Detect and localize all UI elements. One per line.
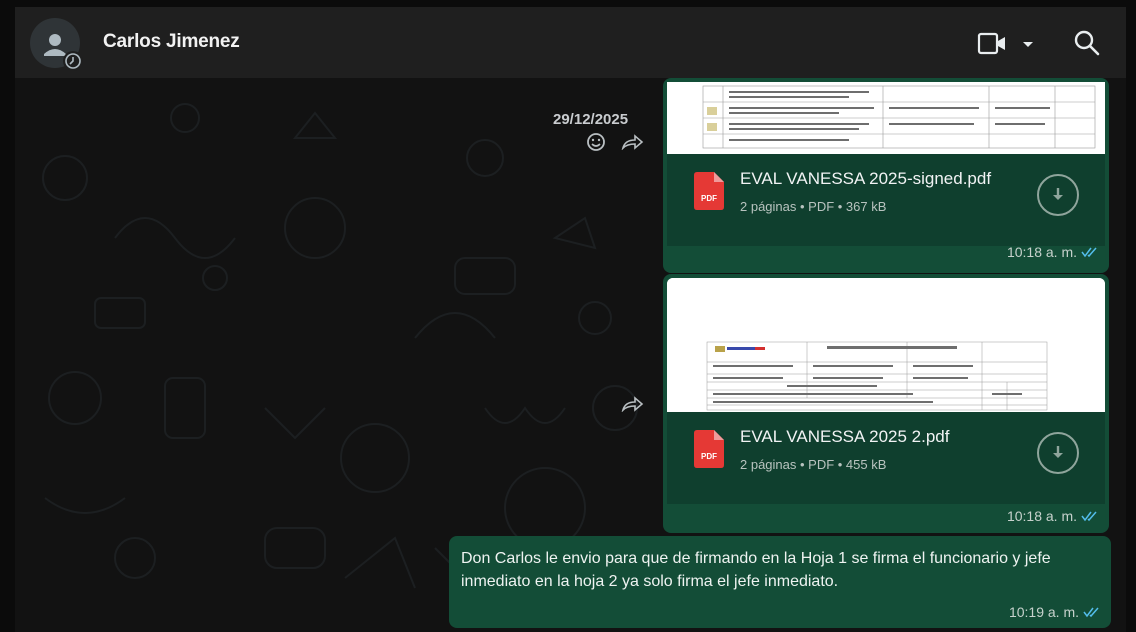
search-button[interactable]	[1073, 29, 1101, 57]
message-actions-1	[586, 132, 644, 152]
download-icon	[1053, 446, 1063, 458]
react-emoji-icon[interactable]	[586, 132, 606, 152]
pdf-file-icon: PDF	[694, 172, 724, 210]
pdf-file-icon: PDF	[694, 430, 724, 468]
download-icon	[1053, 188, 1063, 200]
document-meta: 2 páginas • PDF • 367 kB	[740, 199, 887, 214]
search-icon	[1074, 30, 1100, 56]
text-message[interactable]: Don Carlos le envio para que de firmando…	[449, 536, 1111, 628]
document-thumbnail	[667, 278, 1105, 412]
forward-icon[interactable]	[620, 396, 644, 412]
message-time: 10:18 a. m.	[1007, 244, 1099, 260]
message-list[interactable]: 29/12/2025 PDF EVAL VANESSA 2025-signed.…	[15, 78, 1126, 632]
document-info-bar: PDF EVAL VANESSA 2025-signed.pdf 2 págin…	[667, 154, 1105, 246]
forward-icon[interactable]	[620, 134, 644, 150]
read-receipt-icon	[1083, 607, 1099, 618]
document-preview[interactable]	[667, 278, 1105, 412]
document-meta: 2 páginas • PDF • 455 kB	[740, 457, 887, 472]
contact-avatar[interactable]	[30, 18, 83, 71]
svg-text:PDF: PDF	[701, 452, 717, 461]
message-time: 10:18 a. m.	[1007, 508, 1099, 524]
document-file-name: EVAL VANESSA 2025 2.pdf	[740, 427, 950, 446]
contact-name[interactable]: Carlos Jimenez	[103, 31, 240, 53]
message-text: Don Carlos le envio para que de firmando…	[461, 550, 1051, 590]
message-time: 10:19 a. m.	[1009, 604, 1101, 620]
chevron-down-icon	[1023, 42, 1033, 47]
document-preview[interactable]	[667, 82, 1105, 154]
read-receipt-icon	[1081, 247, 1097, 258]
document-message[interactable]: PDF EVAL VANESSA 2025 2.pdf 2 páginas • …	[663, 274, 1109, 533]
default-user-avatar-icon	[44, 34, 83, 71]
message-actions-2	[620, 396, 644, 412]
chat-window: Carlos Jimenez 29/12/2025 PDF EVAL VANES…	[15, 7, 1126, 632]
download-button[interactable]	[1037, 432, 1079, 474]
message-date: 29/12/2025	[553, 111, 629, 128]
svg-text:PDF: PDF	[701, 194, 717, 203]
video-call-button[interactable]	[977, 31, 1037, 57]
document-file-name: EVAL VANESSA 2025-signed.pdf	[740, 169, 992, 188]
read-receipt-icon	[1081, 511, 1097, 522]
document-message[interactable]: PDF EVAL VANESSA 2025-signed.pdf 2 págin…	[663, 78, 1109, 273]
document-info-bar: PDF EVAL VANESSA 2025 2.pdf 2 páginas • …	[667, 412, 1105, 504]
download-button[interactable]	[1037, 174, 1079, 216]
document-thumbnail	[667, 82, 1105, 154]
chat-header: Carlos Jimenez	[15, 7, 1126, 78]
video-call-icon	[977, 32, 1033, 55]
